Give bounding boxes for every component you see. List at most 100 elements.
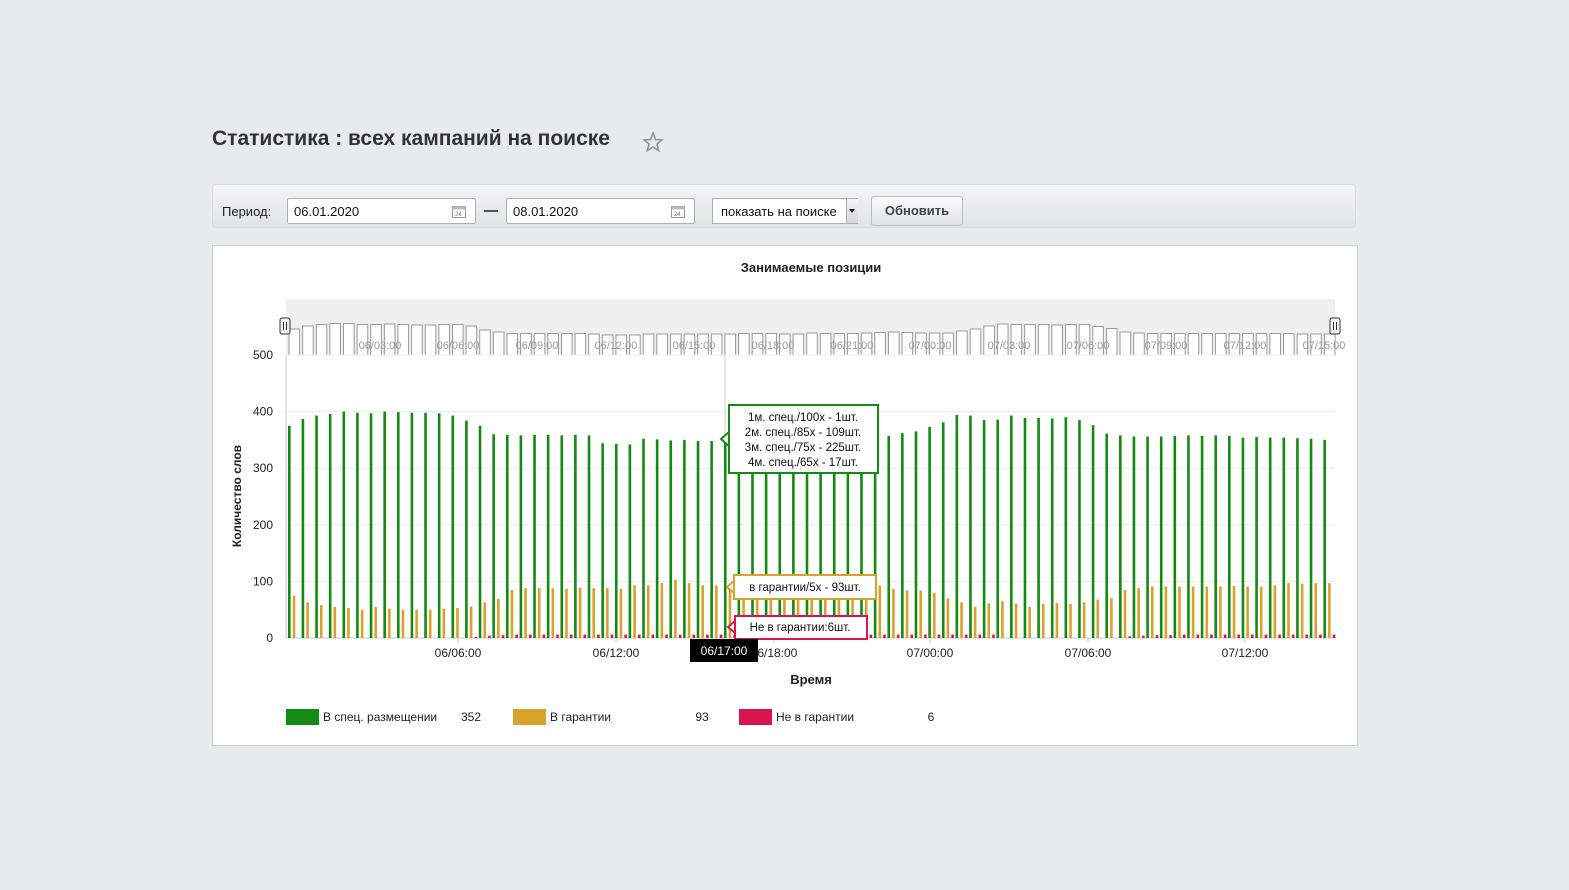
bar-noguarantee[interactable] bbox=[1196, 634, 1200, 638]
bar-guarantee[interactable] bbox=[1055, 602, 1059, 638]
bar-guarantee[interactable] bbox=[510, 589, 514, 638]
bar-guarantee[interactable] bbox=[1110, 598, 1113, 638]
bar-spec[interactable] bbox=[969, 415, 972, 638]
bar-spec[interactable] bbox=[710, 441, 713, 638]
bar-spec[interactable] bbox=[982, 420, 986, 638]
bar-guarantee[interactable] bbox=[646, 585, 650, 638]
bar-noguarantee[interactable] bbox=[978, 634, 982, 638]
bar-guarantee[interactable] bbox=[973, 606, 977, 638]
bar-noguarantee[interactable] bbox=[637, 634, 641, 638]
bar-guarantee[interactable] bbox=[1150, 586, 1154, 638]
bar-guarantee[interactable] bbox=[892, 588, 895, 638]
bar-spec[interactable] bbox=[1119, 435, 1122, 638]
legend-item[interactable]: Не в гарантии 6 bbox=[739, 709, 935, 725]
bar-noguarantee[interactable] bbox=[719, 634, 723, 638]
bar-spec[interactable] bbox=[1323, 439, 1326, 638]
bar-spec[interactable] bbox=[1037, 417, 1040, 638]
bar-guarantee[interactable] bbox=[347, 608, 350, 638]
bar-noguarantee[interactable] bbox=[924, 634, 927, 638]
bar-spec[interactable] bbox=[696, 441, 700, 638]
bar-spec[interactable] bbox=[533, 434, 536, 638]
bar-guarantee[interactable] bbox=[333, 606, 337, 638]
bar-guarantee[interactable] bbox=[660, 583, 664, 638]
bar-spec[interactable] bbox=[587, 435, 591, 638]
bar-guarantee[interactable] bbox=[1014, 603, 1018, 638]
bar-guarantee[interactable] bbox=[1287, 583, 1290, 638]
bar-guarantee[interactable] bbox=[483, 602, 487, 638]
bar-guarantee[interactable] bbox=[1259, 586, 1263, 638]
bar-spec[interactable] bbox=[574, 434, 577, 638]
bar-guarantee[interactable] bbox=[497, 598, 500, 638]
bar-spec[interactable] bbox=[1214, 435, 1217, 638]
legend-item[interactable]: В гарантии 93 bbox=[513, 709, 709, 725]
bar-guarantee[interactable] bbox=[537, 588, 541, 638]
bar-spec[interactable] bbox=[941, 422, 945, 638]
bar-spec[interactable] bbox=[328, 413, 332, 638]
legend-item[interactable]: В спец. размещении 352 bbox=[286, 709, 481, 725]
bar-spec[interactable] bbox=[288, 425, 291, 638]
bar-noguarantee[interactable] bbox=[964, 634, 968, 638]
bar-spec[interactable] bbox=[601, 443, 604, 638]
handle-box[interactable] bbox=[1329, 317, 1341, 335]
bar-noguarantee[interactable] bbox=[1291, 634, 1295, 638]
bar-guarantee[interactable] bbox=[551, 588, 555, 638]
bar-spec[interactable] bbox=[301, 418, 305, 638]
bar-guarantee[interactable] bbox=[1001, 601, 1004, 638]
bar-guarantee[interactable] bbox=[1232, 585, 1236, 638]
bar-guarantee[interactable] bbox=[960, 602, 963, 638]
bar-spec[interactable] bbox=[1078, 420, 1081, 638]
bar-guarantee[interactable] bbox=[1328, 583, 1331, 638]
navigator-handle[interactable] bbox=[279, 317, 291, 335]
bar-spec[interactable] bbox=[1200, 435, 1204, 638]
bar-guarantee[interactable] bbox=[292, 595, 296, 638]
bar-guarantee[interactable] bbox=[1219, 586, 1222, 638]
bar-noguarantee[interactable] bbox=[1142, 635, 1145, 638]
bar-spec[interactable] bbox=[1010, 415, 1013, 638]
bar-noguarantee[interactable] bbox=[883, 634, 886, 638]
bar-guarantee[interactable] bbox=[428, 609, 432, 638]
bar-noguarantee[interactable] bbox=[583, 634, 587, 638]
bar-spec[interactable] bbox=[1187, 435, 1190, 638]
bar-noguarantee[interactable] bbox=[515, 634, 518, 638]
bar-noguarantee[interactable] bbox=[706, 634, 709, 638]
bar-noguarantee[interactable] bbox=[692, 634, 696, 638]
bar-guarantee[interactable] bbox=[633, 585, 636, 638]
bar-spec[interactable] bbox=[628, 444, 632, 638]
bar-guarantee[interactable] bbox=[1300, 583, 1304, 638]
bar-guarantee[interactable] bbox=[565, 588, 568, 638]
bar-spec[interactable] bbox=[1023, 417, 1027, 638]
bar-noguarantee[interactable] bbox=[678, 634, 682, 638]
bar-noguarantee[interactable] bbox=[624, 634, 627, 638]
bar-noguarantee[interactable] bbox=[896, 634, 900, 638]
bar-noguarantee[interactable] bbox=[992, 634, 995, 638]
bar-spec[interactable] bbox=[1309, 438, 1313, 638]
bar-noguarantee[interactable] bbox=[951, 634, 954, 638]
bar-spec[interactable] bbox=[424, 412, 427, 638]
bar-spec[interactable] bbox=[642, 438, 645, 638]
legend[interactable]: В спец. размещении 352 В гарантии 93 Не в га… bbox=[286, 709, 935, 725]
bar-guarantee[interactable] bbox=[578, 587, 582, 638]
bar-noguarantee[interactable] bbox=[556, 634, 559, 638]
bar-noguarantee[interactable] bbox=[597, 634, 600, 638]
bar-noguarantee[interactable] bbox=[1223, 634, 1227, 638]
bar-guarantee[interactable] bbox=[306, 602, 309, 638]
bar-guarantee[interactable] bbox=[1191, 586, 1195, 638]
bar-spec[interactable] bbox=[669, 440, 673, 638]
bar-spec[interactable] bbox=[478, 425, 482, 638]
bar-guarantee[interactable] bbox=[1096, 599, 1100, 638]
bar-guarantee[interactable] bbox=[932, 592, 936, 638]
bar-noguarantee[interactable] bbox=[1155, 635, 1159, 638]
bar-spec[interactable] bbox=[1296, 438, 1299, 638]
bar-spec[interactable] bbox=[1105, 433, 1109, 638]
bar-noguarantee[interactable] bbox=[665, 634, 668, 638]
bar-guarantee[interactable] bbox=[619, 588, 623, 638]
bar-guarantee[interactable] bbox=[401, 609, 405, 638]
bar-spec[interactable] bbox=[465, 420, 468, 638]
bar-guarantee[interactable] bbox=[715, 585, 718, 638]
bar-spec[interactable] bbox=[451, 415, 455, 638]
bar-guarantee[interactable] bbox=[1082, 602, 1086, 638]
bar-spec[interactable] bbox=[492, 434, 495, 638]
bar-guarantee[interactable] bbox=[319, 605, 323, 638]
navigator-handle[interactable] bbox=[1329, 317, 1341, 335]
bar-spec[interactable] bbox=[928, 426, 931, 638]
